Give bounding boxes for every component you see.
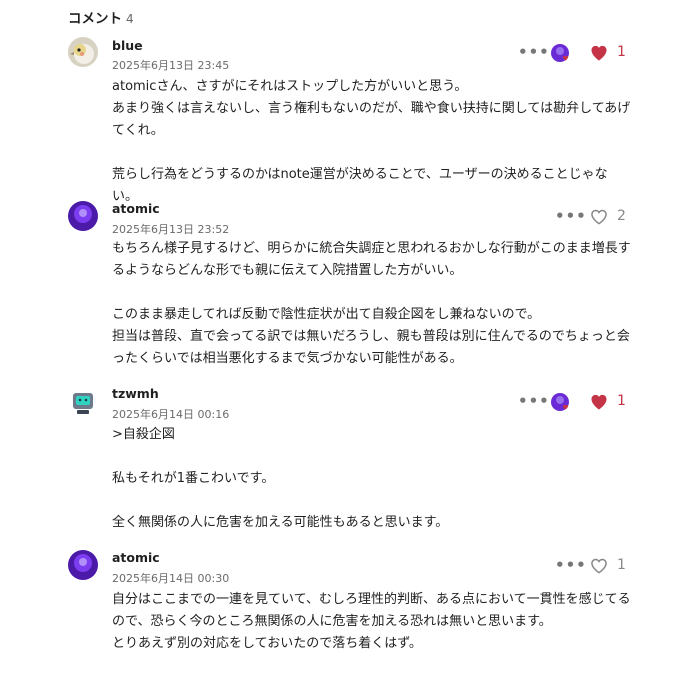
- comment-author[interactable]: tzwmh: [112, 386, 159, 401]
- heart-outline-icon[interactable]: [589, 207, 609, 227]
- comment-date: 2025年6月14日 00:30: [112, 572, 230, 585]
- comments-header: コメント 4: [68, 7, 134, 27]
- liker-avatar-icon: [551, 44, 569, 62]
- comment-text-line: [112, 142, 632, 164]
- comment-text-line: >自殺企図: [112, 427, 175, 442]
- comment-text-line: もちろん様子見するけど、明らかに統合失調症と思われるおかしな行動がこのまま増長す…: [112, 241, 631, 278]
- more-options-icon[interactable]: •••: [518, 392, 550, 410]
- comment-body: 自分はここまでの一連を見ていて、むしろ理性的判断、ある点において一貫性を感じてる…: [112, 589, 632, 655]
- comments-count: 4: [126, 12, 134, 26]
- comment-text-line: とりあえず別の対応をしておいたので落ち着くはず。: [112, 636, 422, 651]
- purple-avatar-icon: [68, 201, 98, 231]
- comment-text-line: [112, 490, 632, 512]
- more-options-icon[interactable]: •••: [555, 556, 587, 574]
- avatar[interactable]: [68, 201, 98, 231]
- comment-text-line: 全く無関係の人に危害を加える可能性もあると思います。: [112, 515, 449, 530]
- comment-date: 2025年6月14日 00:16: [112, 408, 230, 421]
- robot-avatar-icon: [68, 387, 98, 417]
- heart-filled-icon[interactable]: [589, 392, 609, 412]
- comment-date: 2025年6月13日 23:52: [112, 223, 230, 236]
- comment-text-line: このまま暴走してれば反動で陰性症状が出て自殺企図をし兼ねないので。: [112, 307, 541, 322]
- avatar[interactable]: [68, 387, 98, 417]
- comment-author[interactable]: blue: [112, 38, 143, 53]
- comment-author[interactable]: atomic: [112, 550, 160, 565]
- comment-body: >自殺企図 私もそれが1番こわいです。 全く無関係の人に危害を加える可能性もある…: [112, 424, 632, 534]
- more-options-icon[interactable]: •••: [518, 43, 550, 61]
- bird-avatar-icon: [68, 37, 98, 67]
- comment-text-line: あまり強くは言えないし、言う権利もないのだが、職や食い扶持に関しては勘弁してあげ…: [112, 101, 631, 138]
- like-count: 1: [617, 44, 626, 60]
- comment-body: atomicさん、さすがにそれはストップした方がいいと思う。 あまり強くは言えな…: [112, 76, 632, 208]
- comment-author[interactable]: atomic: [112, 201, 160, 216]
- liker-avatar-icon: [551, 393, 569, 411]
- like-count: 1: [617, 393, 626, 409]
- heart-filled-icon[interactable]: [589, 43, 609, 63]
- like-count: 2: [617, 208, 626, 224]
- avatar[interactable]: [68, 550, 98, 580]
- liker-avatar[interactable]: [550, 392, 570, 412]
- comment-body: もちろん様子見するけど、明らかに統合失調症と思われるおかしな行動がこのまま増長す…: [112, 238, 632, 370]
- purple-avatar-icon: [68, 550, 98, 580]
- comment-date: 2025年6月13日 23:45: [112, 59, 230, 72]
- comment-text-line: 自分はここまでの一連を見ていて、むしろ理性的判断、ある点において一貫性を感じてる…: [112, 592, 631, 629]
- comment-text-line: atomicさん、さすがにそれはストップした方がいいと思う。: [112, 79, 468, 94]
- comments-title: コメント: [68, 11, 122, 27]
- comment-text-line: [112, 282, 632, 304]
- avatar[interactable]: [68, 37, 98, 67]
- comment-text-line: 私もそれが1番こわいです。: [112, 471, 275, 486]
- more-options-icon[interactable]: •••: [555, 207, 587, 225]
- comment-text-line: 担当は普段、直で会ってる訳では無いだろうし、親も普段は別に住んでるのでちょっと会…: [112, 329, 630, 366]
- comment-text-line: [112, 446, 632, 468]
- heart-outline-icon[interactable]: [589, 556, 609, 576]
- like-count: 1: [617, 557, 626, 573]
- comment-text-line: 荒らし行為をどうするのかはnote運営が決めることで、ユーザーの決めることじゃな…: [112, 167, 608, 204]
- liker-avatar[interactable]: [550, 43, 570, 63]
